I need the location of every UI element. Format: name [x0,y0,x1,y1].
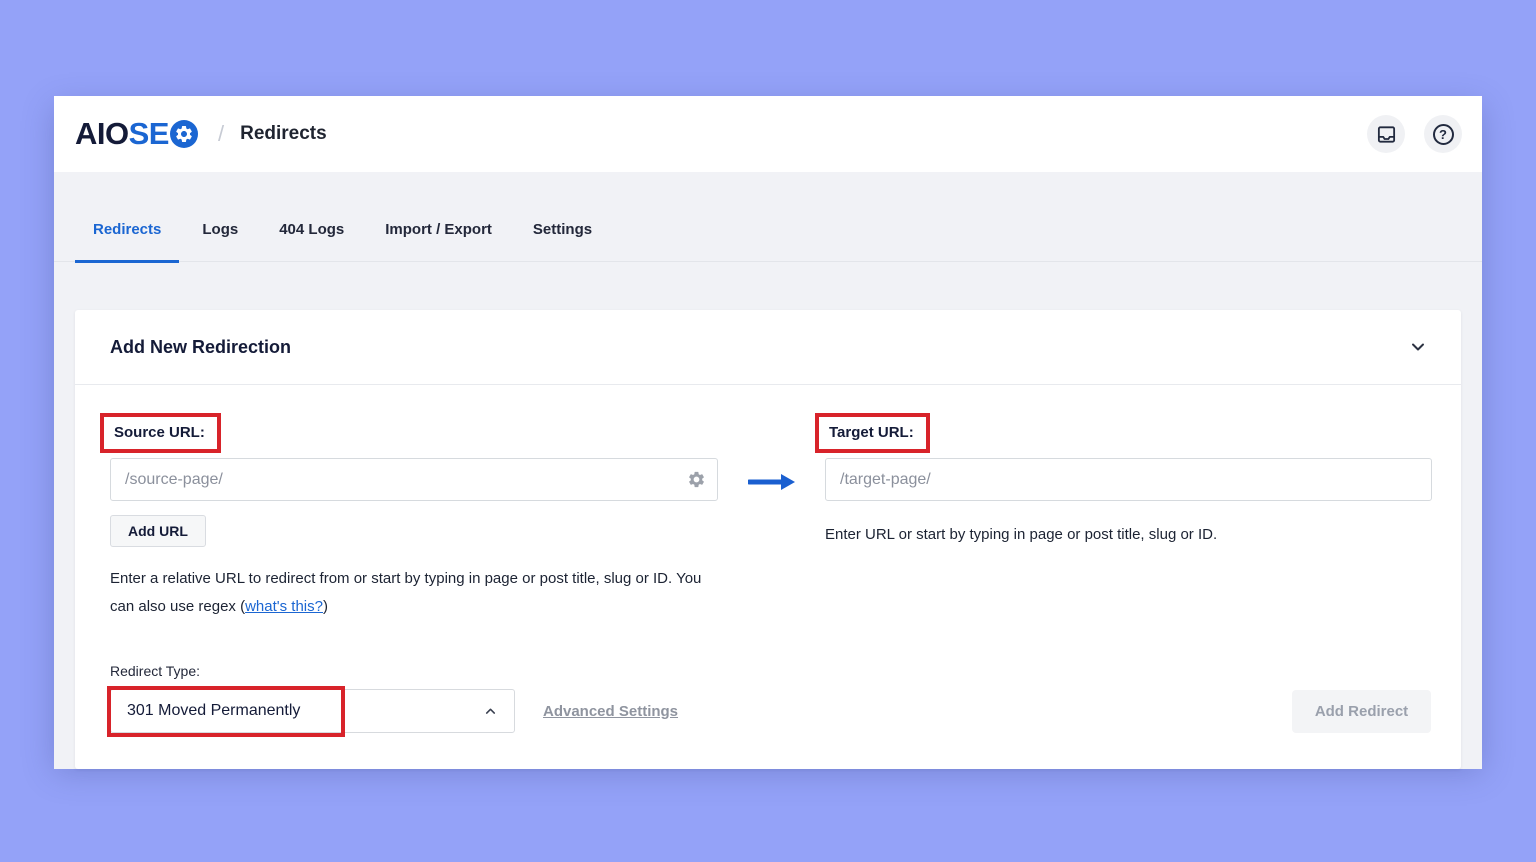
redirect-type-select[interactable]: 301 Moved Permanently [107,686,515,737]
notifications-button[interactable] [1367,115,1405,153]
add-url-button[interactable]: Add URL [110,515,206,547]
tab-settings[interactable]: Settings [515,221,610,263]
aioseo-redirects-panel: AIO SE / Redirects ? Redirects Logs 404 … [54,96,1482,769]
card-body: Source URL: Add URL Enter a relative URL… [75,385,1461,769]
source-helper-text: Enter a relative URL to redirect from or… [110,570,702,615]
app-header: AIO SE / Redirects ? [54,96,1482,172]
source-url-label: Source URL: [114,424,205,441]
breadcrumb-separator: / [217,121,225,146]
logo-text-aio: AIO [75,116,129,151]
target-url-input[interactable] [825,458,1432,501]
tab-redirects[interactable]: Redirects [75,221,180,263]
aioseo-logo[interactable]: AIO SE [75,116,198,152]
source-url-annotation-box: Source URL: [100,413,221,453]
url-fields-row: Source URL: Add URL Enter a relative URL… [100,413,1432,621]
redirect-type-group: Redirect Type: 301 Moved Permanently Adv… [107,663,678,737]
tab-bar: Redirects Logs 404 Logs Import / Export … [54,172,1482,263]
redirect-type-label: Redirect Type: [110,663,201,679]
target-helper-text: Enter URL or start by typing in page or … [825,526,1218,543]
redirect-arrow-cell [718,413,825,621]
add-redirect-button[interactable]: Add Redirect [1292,690,1431,733]
logo-text-se: SE [128,116,170,151]
chevron-up-icon [483,704,498,719]
tab-import-export[interactable]: Import / Export [367,221,510,263]
page-title: Redirects [240,123,327,144]
whats-this-link[interactable]: what's this? [245,598,323,615]
question-mark-icon: ? [1432,123,1454,145]
advanced-settings-link[interactable]: Advanced Settings [543,703,678,720]
source-url-column: Source URL: Add URL Enter a relative URL… [100,413,718,621]
right-arrow-icon [747,473,796,621]
target-url-label: Target URL: [829,424,914,441]
content-area: Redirects Logs 404 Logs Import / Export … [54,172,1482,769]
chevron-down-icon[interactable] [1408,337,1428,357]
card-title: Add New Redirection [110,336,292,357]
source-url-input[interactable] [110,458,718,501]
tab-404-logs[interactable]: 404 Logs [261,221,362,263]
tab-logs[interactable]: Logs [184,221,256,263]
help-button[interactable]: ? [1424,115,1462,153]
gear-icon [169,120,198,148]
add-new-redirection-card: Add New Redirection Source URL: /source-… [75,310,1461,769]
page-background: { "colors": { "page_background": "#94A2F… [0,0,1536,862]
header-actions: ? [1367,115,1462,153]
target-url-column: Target URL: Enter URL or start by typing… [815,413,1432,621]
card-header[interactable]: Add New Redirection [75,310,1461,385]
inbox-icon [1376,124,1397,145]
gear-icon[interactable] [687,470,706,494]
bottom-row: Redirect Type: 301 Moved Permanently Adv… [107,663,1431,737]
redirect-type-value: 301 Moved Permanently [127,702,301,719]
target-url-annotation-box: Target URL: [815,413,930,453]
